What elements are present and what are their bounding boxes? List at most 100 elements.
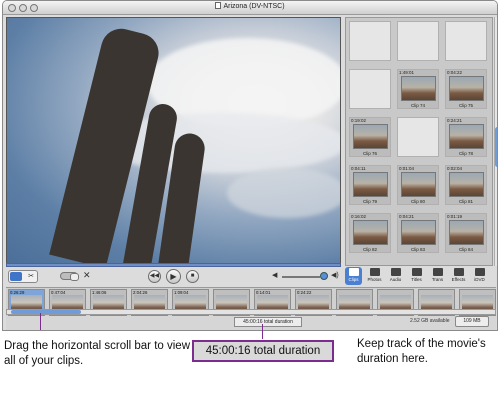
pane-button-label: Audio xyxy=(389,277,402,282)
titles-pane-button[interactable]: Titles xyxy=(408,267,425,285)
rewind-button[interactable]: ◀◀ xyxy=(148,270,161,283)
clip-time: 0:04:11 xyxy=(351,166,366,171)
clip-thumbnail xyxy=(449,220,484,245)
clip-time: 0:01:04 xyxy=(399,166,415,171)
clip-slot[interactable] xyxy=(349,69,391,109)
pane-button-label: Clips xyxy=(348,277,359,282)
clip-time: 0:24:21 xyxy=(447,118,463,123)
clips-icon xyxy=(348,268,359,276)
clip-slot[interactable] xyxy=(397,117,439,157)
clip-name: Clip 80 xyxy=(410,199,425,204)
clip-slot[interactable]: 0:01:19 Clip 84 xyxy=(445,213,487,253)
clip-time: 0:19:02 xyxy=(351,118,367,123)
total-duration: 45:00:16 total duration xyxy=(234,317,302,327)
mode-switch[interactable]: ✂ xyxy=(8,270,38,283)
effects-pane-button[interactable]: Effects xyxy=(450,267,467,285)
window-title: Arizona (DV-NTSC) xyxy=(223,3,285,10)
camera-edit-toggle[interactable] xyxy=(60,272,79,281)
clip-slot[interactable] xyxy=(445,21,487,61)
pane-button-label: Effects xyxy=(451,277,466,282)
clip-time: 0:04:22 xyxy=(447,70,463,75)
clip-slot[interactable]: 0:04:21 Clip 83 xyxy=(397,213,439,253)
playback-controls: ✂ ✕ ◀◀ ▶ ■ ◀ ◀) xyxy=(6,268,341,286)
audio-pane-button[interactable]: Audio xyxy=(387,267,404,285)
playhead-scrubber[interactable] xyxy=(6,263,341,267)
disk-space: 2.52 GB available xyxy=(410,318,450,324)
clip-slot[interactable]: 0:16:02 Clip 82 xyxy=(349,213,391,253)
pane-button-label: Photos xyxy=(367,277,382,282)
volume-slider[interactable] xyxy=(282,276,320,278)
clip-bin-scroll-thumb[interactable] xyxy=(495,127,497,167)
monitor-cloud xyxy=(227,168,340,218)
callout-duration-caption: Keep track of the movie's duration here. xyxy=(357,338,486,365)
clip-thumbnail xyxy=(401,220,436,245)
clip-slot[interactable]: 0:04:11 Clip 79 xyxy=(349,165,391,205)
clip-thumbnail xyxy=(449,76,484,101)
transitions-pane-button[interactable]: Trans xyxy=(429,267,446,285)
clip-slot[interactable]: 0:04:22 Clip 75 xyxy=(445,69,487,109)
clip-thumbnail xyxy=(449,172,484,197)
pane-button-label: Trans xyxy=(431,277,444,282)
volume-knob[interactable] xyxy=(320,272,328,280)
clip-slot[interactable]: 0:01:04 Clip 80 xyxy=(397,165,439,205)
titles-icon xyxy=(411,268,422,276)
clip-name: Clip 79 xyxy=(362,199,377,204)
transitions-icon xyxy=(432,268,443,276)
clip-time: 0:01:19 xyxy=(447,214,463,219)
clip-slot[interactable] xyxy=(349,21,391,61)
clip-name: Clip 78 xyxy=(458,151,473,156)
pane-button-label: iDVD xyxy=(474,277,485,282)
pane-button-label: Titles xyxy=(411,277,422,282)
video-monitor xyxy=(6,17,341,264)
callout-line-left xyxy=(40,313,41,330)
clip-thumbnail xyxy=(353,124,388,149)
clip-time: 0:02:04 xyxy=(447,166,463,171)
window-title-wrap: Arizona (DV-NTSC) xyxy=(3,2,497,10)
volume-low-icon: ◀ xyxy=(272,272,278,279)
clip-slot[interactable]: 1:49:01 Clip 74 xyxy=(397,69,439,109)
effects-icon xyxy=(453,268,464,276)
photos-icon xyxy=(369,268,380,276)
audio-icon xyxy=(390,268,401,276)
clip-slot[interactable]: 0:02:04 Clip 81 xyxy=(445,165,487,205)
clip-time: 1:49:01 xyxy=(399,70,415,75)
clip-time: 0:16:02 xyxy=(351,214,367,219)
edit-mode-icon[interactable]: ✂ xyxy=(26,272,36,281)
fullscreen-play-button[interactable]: ■ xyxy=(186,270,199,283)
idvd-icon xyxy=(474,268,485,276)
clip-name: Clip 83 xyxy=(410,247,425,252)
clip-thumbnail xyxy=(353,172,388,197)
clip-name: Clip 76 xyxy=(362,151,377,156)
document-icon xyxy=(215,2,222,9)
trash-button[interactable]: 109 MB xyxy=(455,316,489,327)
clip-slot[interactable]: 0:19:02 Clip 76 xyxy=(349,117,391,157)
clip-name: Clip 84 xyxy=(458,247,473,252)
clip-thumbnail xyxy=(401,76,436,101)
idvd-pane-button[interactable]: iDVD xyxy=(471,267,488,285)
clip-thumbnail xyxy=(449,124,484,149)
callout-scrollbar-caption: Drag the horizontal scroll bar to view a… xyxy=(4,340,190,367)
callout-line-center xyxy=(262,324,263,339)
clips-pane-button[interactable]: Clips xyxy=(345,267,362,285)
clip-thumbnail xyxy=(353,220,388,245)
horizontal-scrollbar[interactable] xyxy=(6,309,496,315)
clip-bin-scrollbar[interactable] xyxy=(494,17,497,266)
clip-name: Clip 81 xyxy=(458,199,473,204)
status-bar: 45:00:16 total duration 2.52 GB availabl… xyxy=(6,316,496,330)
camera-mode-icon[interactable] xyxy=(10,272,22,281)
clip-name: Clip 82 xyxy=(362,247,377,252)
clip-slot[interactable] xyxy=(397,21,439,61)
title-bar[interactable]: Arizona (DV-NTSC) xyxy=(3,1,497,15)
clip-slot[interactable]: 0:24:21 Clip 78 xyxy=(445,117,487,157)
play-button[interactable]: ▶ xyxy=(166,269,181,284)
photos-pane-button[interactable]: Photos xyxy=(366,267,383,285)
volume-high-icon: ◀) xyxy=(331,272,339,279)
clip-time: 0:04:21 xyxy=(399,214,415,219)
clip-name: Clip 74 xyxy=(410,103,425,108)
app-root: Arizona (DV-NTSC) ✂ ✕ ◀◀ ▶ ■ ◀ ◀) 1:49:0… xyxy=(0,0,500,414)
callout-duration-box: 45:00:16 total duration xyxy=(192,340,334,362)
imovie-window: Arizona (DV-NTSC) ✂ ✕ ◀◀ ▶ ■ ◀ ◀) 1:49:0… xyxy=(2,0,498,331)
horizontal-scroll-thumb[interactable] xyxy=(11,310,81,314)
clip-bin: 1:49:01 Clip 74 0:04:22 Clip 75 0:19:02 Cli… xyxy=(345,17,493,266)
close-mini-icon[interactable]: ✕ xyxy=(83,270,91,281)
